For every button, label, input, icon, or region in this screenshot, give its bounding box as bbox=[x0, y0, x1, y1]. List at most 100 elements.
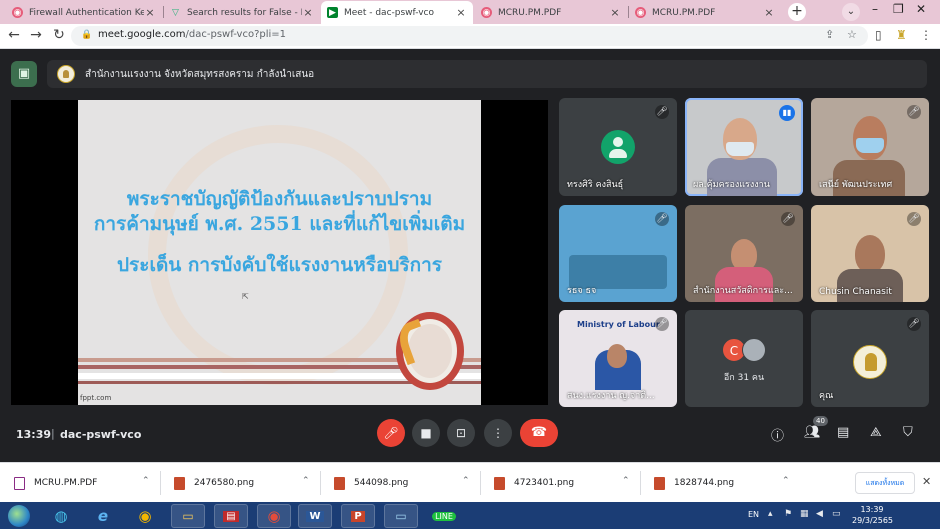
reload-icon[interactable]: ↻ bbox=[50, 27, 68, 43]
download-item[interactable]: 2476580.png ⌃ bbox=[174, 474, 314, 492]
pdf-app-icon[interactable]: ▤ bbox=[214, 504, 248, 528]
download-item[interactable]: MCRU.PM.PDF ⌃ bbox=[14, 474, 154, 492]
participant-name: Chusin Chanasit bbox=[819, 287, 892, 297]
back-icon[interactable]: ← bbox=[5, 27, 23, 43]
url-host: meet.google.com bbox=[98, 29, 186, 40]
participant-name: รธจ ธจ bbox=[567, 286, 597, 296]
menu-icon[interactable]: ⋮ bbox=[920, 28, 932, 42]
tab-pdf-2[interactable]: ◉ MCRU.PM.PDF × bbox=[629, 1, 781, 24]
more-participants-tile[interactable]: C อีก 31 คน bbox=[685, 310, 803, 407]
chrome-active-icon[interactable]: ◉ bbox=[257, 504, 291, 528]
participant-video bbox=[837, 269, 903, 302]
tab-firewall[interactable]: ◉ Firewall Authentication Keepal × bbox=[6, 1, 162, 24]
tab-title: Firewall Authentication Keepal bbox=[29, 7, 144, 18]
activities-icon[interactable]: ⟁ bbox=[870, 425, 882, 440]
tab-meet[interactable]: ▶ Meet - dac-pswf-vco × bbox=[321, 1, 473, 24]
download-item[interactable]: 544098.png ⌃ bbox=[334, 474, 474, 492]
flag-icon[interactable]: ⚑ bbox=[784, 509, 792, 519]
participant-tile[interactable]: 🎤︎ Chusin Chanasit bbox=[811, 205, 929, 302]
show-all-downloads-button[interactable]: แสดงทั้งหมด bbox=[855, 472, 915, 494]
chrome-circle-icon: ◉ bbox=[481, 7, 492, 18]
chevron-up-icon[interactable]: ⌃ bbox=[622, 476, 630, 486]
browser-toolbar: ← → ↻ 🔒 meet.google.com/dac-pswf-vco?pli… bbox=[0, 24, 940, 49]
participant-video bbox=[726, 142, 754, 156]
participant-tile[interactable]: 🎤︎ ทรงศิริ คงสินธุ์ bbox=[559, 98, 677, 196]
close-icon[interactable]: × bbox=[302, 6, 314, 19]
participant-tile-speaking[interactable]: ▮▮ ผล.คุ้มครองแรงงาน bbox=[685, 98, 803, 196]
tray-arrow-icon[interactable]: ▴ bbox=[768, 509, 773, 519]
host-controls-icon[interactable]: ⛉ bbox=[903, 425, 913, 440]
more-options-button[interactable]: ⋮ bbox=[484, 419, 512, 447]
edge-icon[interactable]: ◍ bbox=[44, 504, 78, 528]
download-item[interactable]: 4723401.png ⌃ bbox=[494, 474, 634, 492]
chevron-up-icon[interactable]: ⌃ bbox=[142, 476, 150, 486]
participant-name: สนง.แรงงาน ญ.จาติ... bbox=[567, 391, 655, 401]
line-icon[interactable]: LINE bbox=[427, 504, 461, 528]
divider bbox=[160, 471, 161, 495]
start-button[interactable] bbox=[8, 505, 30, 527]
chrome-circle-icon: ◉ bbox=[635, 7, 646, 18]
camera-toggle-button[interactable]: ■ bbox=[412, 419, 440, 447]
word-icon[interactable]: W bbox=[298, 504, 332, 528]
grouped-avatars: C bbox=[722, 338, 770, 364]
mic-off-icon: 🎤︎ bbox=[655, 212, 669, 226]
minimize-icon[interactable]: – bbox=[872, 2, 878, 16]
presenter-avatar bbox=[57, 65, 75, 83]
self-tile[interactable]: 🎤︎ คุณ bbox=[811, 310, 929, 407]
divider bbox=[480, 471, 481, 495]
people-icon[interactable]: 👥︎ bbox=[804, 425, 821, 440]
sidebar-icon[interactable]: ▯ bbox=[875, 28, 882, 42]
mic-toggle-button[interactable]: 🎤︎ bbox=[377, 419, 405, 447]
star-icon[interactable]: ☆ bbox=[847, 28, 857, 41]
participant-name: เสนีย์ พัฒนประเทศ bbox=[819, 180, 893, 190]
info-icon[interactable]: ⓘ bbox=[771, 425, 784, 444]
powerpoint-icon[interactable]: P bbox=[341, 504, 375, 528]
close-window-icon[interactable]: ✕ bbox=[916, 2, 926, 16]
present-button[interactable]: ⊡ bbox=[447, 419, 475, 447]
download-filename: MCRU.PM.PDF bbox=[34, 478, 98, 488]
chevron-up-icon[interactable]: ⌃ bbox=[302, 476, 310, 486]
clock-time: 13:39 bbox=[860, 505, 884, 514]
close-icon[interactable]: × bbox=[763, 6, 775, 19]
share-icon[interactable]: ⇪ bbox=[825, 28, 834, 41]
forward-icon[interactable]: → bbox=[27, 27, 45, 43]
participant-tile[interactable]: 🎤︎ รธจ ธจ bbox=[559, 205, 677, 302]
tab-flaticon[interactable]: ▽ Search results for False - Flatic × bbox=[164, 1, 320, 24]
network-icon[interactable]: ▦ bbox=[800, 509, 809, 519]
file-explorer-icon[interactable]: ▭ bbox=[171, 504, 205, 528]
chrome-icon[interactable]: ◉ bbox=[128, 504, 162, 528]
participant-tile[interactable]: 🎤︎ เสนีย์ พัฒนประเทศ bbox=[811, 98, 929, 196]
chevron-up-icon[interactable]: ⌃ bbox=[462, 476, 470, 486]
close-icon[interactable]: × bbox=[144, 6, 156, 19]
camera-icon: ■ bbox=[420, 426, 432, 440]
mic-off-icon: 🎤︎ bbox=[907, 212, 921, 226]
system-clock[interactable]: 13:39 29/3/2565 bbox=[852, 504, 893, 526]
ie-icon[interactable]: e bbox=[86, 504, 120, 528]
mic-off-icon: 🎤︎ bbox=[655, 105, 669, 119]
participant-name: สำนักงานสวัสดิการและ... bbox=[693, 286, 793, 296]
participant-tile[interactable]: Ministry of Labour 🎤︎ สนง.แรงงาน ญ.จาติ.… bbox=[559, 310, 677, 407]
close-icon[interactable]: × bbox=[455, 6, 467, 19]
image-file-icon bbox=[494, 476, 505, 490]
download-filename: 1828744.png bbox=[674, 478, 735, 488]
download-item[interactable]: 1828744.png ⌃ bbox=[654, 474, 794, 492]
extension-icon[interactable]: ♜ bbox=[896, 28, 907, 42]
meet-header: ▣ สำนักงานแรงงาน จังหวัดสมุทรสงคราม กำลั… bbox=[0, 50, 940, 96]
restore-icon[interactable]: ❐ bbox=[893, 2, 904, 16]
close-icon[interactable]: ✕ bbox=[922, 475, 931, 488]
volume-icon[interactable]: ◀ bbox=[816, 509, 823, 519]
new-tab-button[interactable]: + bbox=[788, 3, 806, 21]
chat-icon[interactable]: ▤ bbox=[837, 425, 849, 440]
side-panel-button[interactable]: ▣ bbox=[11, 61, 37, 87]
tab-pdf-1[interactable]: ◉ MCRU.PM.PDF × bbox=[475, 1, 627, 24]
chevron-up-icon[interactable]: ⌃ bbox=[782, 476, 790, 486]
address-bar[interactable]: 🔒 meet.google.com/dac-pswf-vco?pli=1 ⇪ ☆ bbox=[71, 26, 868, 46]
remote-desktop-icon[interactable]: ▭ bbox=[384, 504, 418, 528]
leave-call-button[interactable]: ☎ bbox=[520, 419, 558, 447]
participant-tile[interactable]: 🎤︎ สำนักงานสวัสดิการและ... bbox=[685, 205, 803, 302]
input-language[interactable]: EN bbox=[748, 510, 759, 519]
battery-icon[interactable]: ▭ bbox=[832, 509, 841, 519]
divider bbox=[640, 471, 641, 495]
tab-search-button[interactable]: ⌄ bbox=[842, 3, 860, 21]
close-icon[interactable]: × bbox=[609, 6, 621, 19]
